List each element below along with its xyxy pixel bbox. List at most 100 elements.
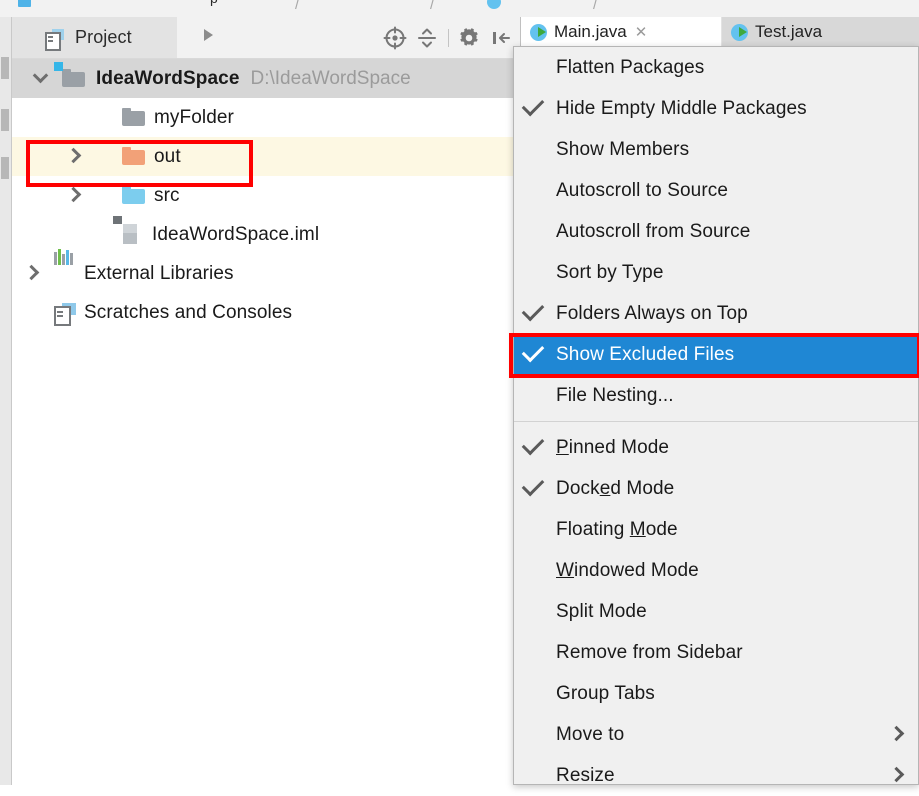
- tree-row-iml[interactable]: IdeaWordSpace.iml: [12, 215, 520, 254]
- chevron-right-icon[interactable]: [62, 146, 84, 168]
- menu-item-autoscroll-to-source[interactable]: Autoscroll to Source: [514, 170, 918, 211]
- menu-item-label: Show Members: [556, 138, 690, 160]
- check-icon: [521, 432, 545, 456]
- menu-item-resize[interactable]: Resize: [514, 755, 918, 796]
- mnemonic-letter: e: [599, 477, 611, 499]
- java-class-run-icon: [731, 23, 748, 41]
- tree-row-label: IdeaWordSpace: [96, 67, 240, 89]
- project-view-tab[interactable]: Project: [12, 17, 177, 58]
- folder-excluded-icon: [122, 147, 145, 167]
- chevron-right-icon[interactable]: [20, 263, 42, 285]
- collapse-all-icon[interactable]: [414, 25, 440, 51]
- toolbar-divider: [448, 28, 449, 47]
- menu-item-show-excluded-files[interactable]: Show Excluded Files: [514, 334, 918, 375]
- menu-item-label: Autoscroll to Source: [556, 179, 729, 201]
- tree-row-label: Scratches and Consoles: [84, 301, 293, 323]
- menu-item-label: Split Mode: [556, 600, 647, 622]
- menu-item-label: Docked Mode: [556, 477, 675, 499]
- menu-item-split-mode[interactable]: Split Mode: [514, 591, 918, 632]
- strip-button[interactable]: [1, 57, 9, 79]
- menu-item-remove-from-sidebar[interactable]: Remove from Sidebar: [514, 632, 918, 673]
- project-tree[interactable]: IdeaWordSpace D:\IdeaWordSpace myFolder …: [12, 59, 520, 332]
- java-class-run-icon: [530, 23, 547, 41]
- chevron-right-icon[interactable]: [62, 185, 84, 207]
- tree-row-external-libraries[interactable]: External Libraries: [12, 249, 520, 293]
- menu-item-autoscroll-from-source[interactable]: Autoscroll from Source: [514, 211, 918, 252]
- menu-item-label: Show Excluded Files: [556, 343, 735, 365]
- breadcrumb-segment[interactable]: p: [210, 0, 218, 6]
- tree-row-src[interactable]: src: [12, 176, 520, 215]
- mnemonic-letter: M: [629, 518, 646, 540]
- chevron-down-icon[interactable]: [30, 67, 52, 90]
- editor-tab-label: Test.java: [755, 22, 823, 41]
- menu-item-flatten-packages[interactable]: Flatten Packages: [514, 47, 918, 88]
- project-view-tab-label: Project: [75, 27, 132, 47]
- breadcrumb-module-icon: [18, 0, 31, 7]
- mnemonic-letter: W: [556, 559, 575, 581]
- menu-item-label: Resize: [556, 764, 615, 786]
- menu-item-group-tabs[interactable]: Group Tabs: [514, 673, 918, 714]
- strip-button[interactable]: [1, 109, 9, 131]
- menu-item-label: File Nesting...: [556, 384, 674, 406]
- project-panel-header: Project: [12, 17, 520, 59]
- strip-button[interactable]: [1, 157, 9, 179]
- tree-row-label: out: [154, 145, 181, 167]
- tree-row-path: D:\IdeaWordSpace: [250, 67, 411, 89]
- project-view-icon: [45, 28, 64, 51]
- hide-tool-window-icon[interactable]: [488, 25, 514, 51]
- project-panel-toolbar: [382, 17, 520, 58]
- chevron-right-icon: [888, 766, 905, 783]
- editor-tabs-bar[interactable]: Main.java ✕ Test.java: [521, 17, 919, 48]
- settings-gear-icon[interactable]: [456, 25, 482, 51]
- editor-tab-label: Main.java: [554, 22, 627, 41]
- menu-item-folders-always-on-top[interactable]: Folders Always on Top: [514, 293, 918, 334]
- external-libraries-icon: [54, 249, 77, 285]
- select-opened-file-icon[interactable]: [382, 25, 408, 51]
- menu-item-file-nesting[interactable]: File Nesting...: [514, 375, 918, 416]
- menu-item-label: Group Tabs: [556, 682, 655, 704]
- tree-row-label: src: [154, 184, 180, 206]
- editor-tab-test[interactable]: Test.java: [722, 17, 919, 47]
- scratches-icon: [54, 303, 77, 326]
- menu-item-sort-by-type[interactable]: Sort by Type: [514, 252, 918, 293]
- menu-item-label: Pinned Mode: [556, 436, 670, 458]
- iml-file-icon: [113, 216, 145, 244]
- breadcrumb-separator: /: [593, 0, 598, 13]
- check-icon: [521, 339, 545, 363]
- menu-item-label: Sort by Type: [556, 261, 664, 283]
- menu-item-hide-empty-middle-packages[interactable]: Hide Empty Middle Packages: [514, 88, 918, 129]
- check-icon: [521, 93, 545, 117]
- menu-item-label: Folders Always on Top: [556, 302, 748, 324]
- menu-item-move-to[interactable]: Move to: [514, 714, 918, 755]
- menu-item-label: Autoscroll from Source: [556, 220, 751, 242]
- menu-item-label: Windowed Mode: [556, 559, 699, 581]
- check-icon: [521, 298, 545, 322]
- tree-row-label: IdeaWordSpace.iml: [152, 223, 320, 245]
- close-icon[interactable]: ✕: [635, 23, 648, 41]
- menu-item-label: Floating Mode: [556, 518, 678, 540]
- tool-window-strip[interactable]: [0, 17, 12, 785]
- menu-item-label: Remove from Sidebar: [556, 641, 743, 663]
- menu-item-pinned-mode[interactable]: Pinned Mode: [514, 427, 918, 468]
- breadcrumb[interactable]: p / / /: [0, 0, 919, 18]
- menu-item-floating-mode[interactable]: Floating Mode: [514, 509, 918, 550]
- editor-tab-main[interactable]: Main.java ✕: [521, 17, 721, 47]
- module-folder-icon: [54, 62, 85, 89]
- menu-item-show-members[interactable]: Show Members: [514, 129, 918, 170]
- breadcrumb-class-icon: [487, 0, 501, 9]
- menu-item-windowed-mode[interactable]: Windowed Mode: [514, 550, 918, 591]
- tree-row-ideawordspace[interactable]: IdeaWordSpace D:\IdeaWordSpace: [12, 59, 520, 98]
- chevron-right-icon: [888, 725, 905, 742]
- tree-row-scratches[interactable]: Scratches and Consoles: [12, 293, 520, 332]
- menu-item-label: Hide Empty Middle Packages: [556, 97, 807, 119]
- menu-separator: [514, 421, 918, 422]
- chevron-right-icon[interactable]: [204, 29, 213, 41]
- mnemonic-letter: P: [556, 436, 569, 458]
- source-folder-icon: [122, 186, 145, 206]
- menu-item-label: Flatten Packages: [556, 56, 705, 78]
- menu-item-docked-mode[interactable]: Docked Mode: [514, 468, 918, 509]
- tree-row-myfolder[interactable]: myFolder: [12, 98, 520, 137]
- view-options-context-menu[interactable]: Flatten Packages Hide Empty Middle Packa…: [513, 46, 919, 786]
- tree-row-out[interactable]: out: [12, 137, 520, 176]
- folder-icon: [122, 108, 145, 128]
